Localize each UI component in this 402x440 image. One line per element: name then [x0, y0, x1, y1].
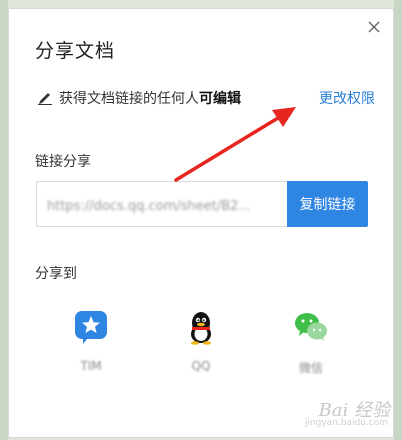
- permission-prefix: 获得文档链接的任何人: [59, 91, 199, 107]
- share-target-qq[interactable]: QQ: [171, 309, 231, 373]
- share-target-tim[interactable]: TIM: [61, 309, 121, 373]
- permission-mode: 可编辑: [199, 91, 241, 107]
- share-dialog: 分享文档 获得文档链接的任何人可编辑 更改权限 链接分享 复制链接 分享到: [8, 8, 394, 438]
- copy-link-button[interactable]: 复制链接: [287, 181, 368, 227]
- change-permission-link[interactable]: 更改权限: [319, 88, 375, 108]
- share-target-label: 微信: [298, 361, 323, 375]
- pencil-icon: [37, 89, 53, 105]
- background-left: [0, 0, 8, 440]
- dialog-title: 分享文档: [35, 40, 116, 62]
- background-right: [394, 0, 402, 440]
- wechat-icon: [293, 309, 329, 345]
- close-icon[interactable]: [365, 18, 383, 36]
- permission-description: 获得文档链接的任何人可编辑: [59, 88, 241, 108]
- qq-penguin-icon: [183, 309, 219, 345]
- link-share-label: 链接分享: [35, 154, 91, 170]
- share-link-box: [36, 181, 289, 227]
- share-target-wechat[interactable]: 微信: [281, 309, 341, 376]
- share-to-label: 分享到: [35, 266, 77, 282]
- tim-icon: [73, 309, 109, 345]
- share-target-label: TIM: [80, 359, 102, 373]
- share-target-label: QQ: [191, 359, 211, 373]
- permission-row: 获得文档链接的任何人可编辑 更改权限: [37, 88, 375, 110]
- share-link-field[interactable]: [45, 195, 281, 217]
- watermark-url: jingyan.baidu.com: [304, 418, 388, 428]
